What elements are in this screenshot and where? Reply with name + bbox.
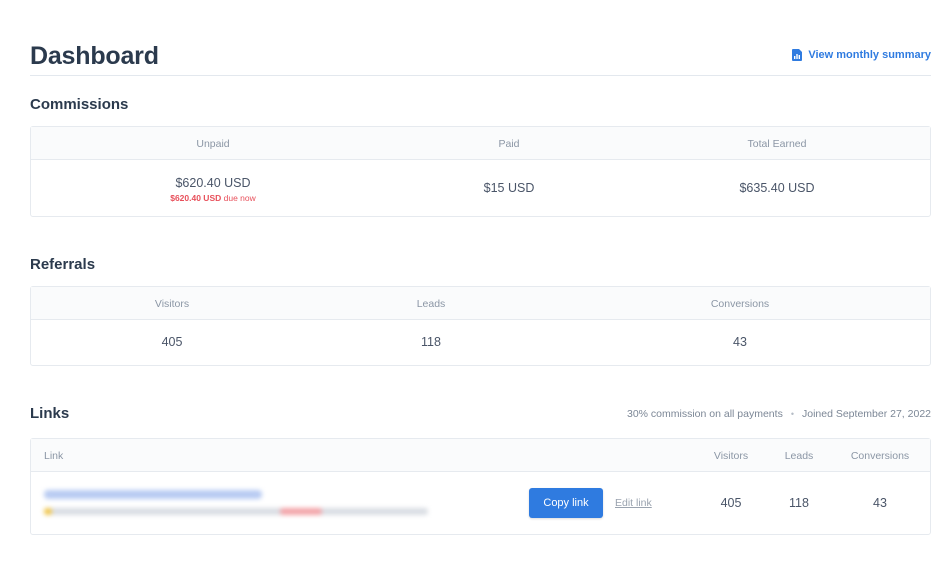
due-now-note: $620.40 USD due now [170, 193, 256, 203]
tip-icon [44, 508, 52, 515]
header-paid: Paid [498, 138, 520, 150]
header-total-earned: Total Earned [747, 138, 807, 150]
copy-link-button[interactable]: Copy link [529, 488, 603, 518]
unpaid-value: $620.40 USD [175, 176, 251, 190]
link-conversions-value: 43 [873, 496, 887, 510]
link-row: Copy link Edit link 405 118 43 [31, 472, 930, 534]
links-table: Link Visitors Leads Conversions Copy lin… [30, 438, 931, 535]
link-leads-value: 118 [789, 496, 809, 510]
header-link-conversions: Conversions [850, 450, 910, 462]
commission-note: 30% commission on all payments [627, 408, 783, 420]
meta-separator: • [790, 409, 794, 419]
link-visitors-value: 405 [720, 496, 742, 510]
unpaid-cell: $620.40 USD $620.40 USD due now [170, 176, 256, 203]
total-earned-value: $635.40 USD [739, 181, 815, 195]
page-title: Dashboard [30, 42, 159, 70]
due-amount: $620.40 USD [170, 193, 222, 203]
commissions-title: Commissions [30, 96, 129, 113]
commissions-table: Unpaid Paid Total Earned $620.40 USD $62… [30, 126, 931, 217]
dashboard-page: Dashboard View monthly summary Commissio… [0, 0, 951, 582]
visitors-value: 405 [161, 335, 183, 349]
summary-link-label: View monthly summary [808, 49, 931, 61]
view-monthly-summary-link[interactable]: View monthly summary [792, 49, 931, 61]
leads-value: 118 [421, 335, 441, 349]
joined-date: Joined September 27, 2022 [801, 408, 931, 420]
header-conversions: Conversions [710, 298, 770, 310]
header-visitors: Visitors [154, 298, 190, 310]
link-help-text-redacted [44, 508, 428, 515]
referrals-title: Referrals [30, 256, 96, 273]
report-icon [792, 49, 803, 61]
referrals-header-row: Visitors Leads Conversions [31, 287, 930, 320]
referrals-table: Visitors Leads Conversions 405 118 43 [30, 286, 931, 366]
paid-value: $15 USD [483, 181, 535, 195]
due-suffix: due now [223, 193, 256, 203]
param-highlight [280, 508, 322, 515]
header-link-visitors: Visitors [713, 450, 749, 462]
commissions-values-row: $620.40 USD $620.40 USD due now $15 USD … [31, 160, 930, 216]
referral-url-redacted[interactable] [44, 490, 262, 499]
header-leads: Leads [416, 298, 446, 310]
header-link: Link [44, 450, 64, 462]
links-header-row: Link Visitors Leads Conversions [31, 439, 930, 472]
links-title: Links [30, 405, 70, 422]
links-meta: 30% commission on all payments • Joined … [627, 408, 931, 420]
edit-link[interactable]: Edit link [615, 497, 652, 509]
commissions-header-row: Unpaid Paid Total Earned [31, 127, 930, 160]
referrals-values-row: 405 118 43 [31, 320, 930, 365]
page-header: Dashboard View monthly summary [30, 40, 931, 76]
conversions-value: 43 [733, 335, 747, 349]
header-unpaid: Unpaid [196, 138, 230, 150]
header-link-leads: Leads [784, 450, 814, 462]
